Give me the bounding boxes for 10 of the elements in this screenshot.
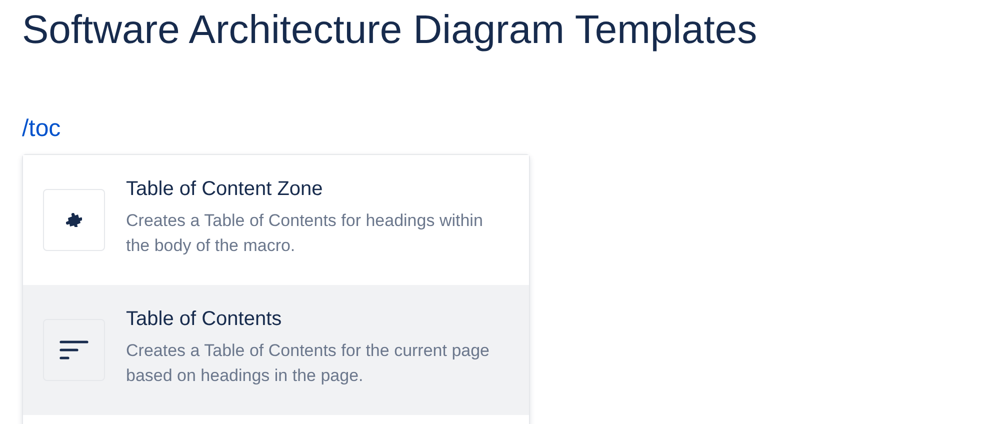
menu-item[interactable]: Table of Content Zone Creates a Table of Contents for headings within the body of the macro. bbox=[23, 155, 529, 285]
item-description: Creates a Table of Contents for headings within the body of the macro. bbox=[126, 210, 484, 257]
page-title: Software Architecture Diagram Templates bbox=[22, 7, 758, 54]
text-lines-icon bbox=[59, 340, 89, 360]
item-description: Creates a Table of Contents for the current page based on headings in the page. bbox=[126, 340, 491, 387]
item-title: Table of Content Zone bbox=[126, 177, 324, 202]
puzzle-icon bbox=[66, 213, 82, 227]
typed-command: /toc bbox=[22, 114, 61, 144]
menu-item[interactable]: Table of Contents Creates a Table of Contents for the current page based on headings in the page. bbox=[23, 285, 529, 415]
item-title: Table of Contents bbox=[126, 307, 283, 332]
